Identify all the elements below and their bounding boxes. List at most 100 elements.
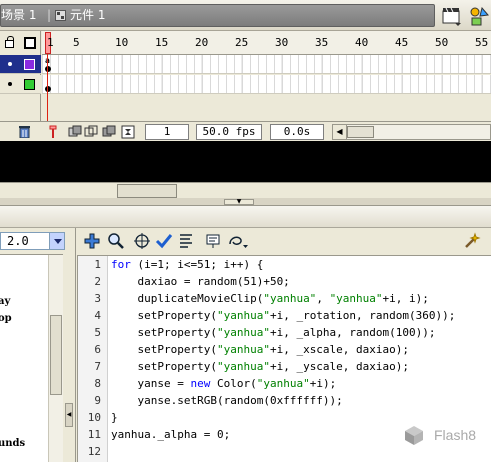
scroll-thumb[interactable] <box>50 315 62 395</box>
version-value: 2.0 <box>7 234 29 248</box>
collapse-arrow-icon[interactable]: ▼ <box>224 199 254 205</box>
code-line[interactable]: for (i=1; i<=51; i++) { <box>111 258 263 271</box>
frames-grid: 1 5 10 15 20 25 30 35 40 45 50 55 a <box>42 31 491 121</box>
timeline-scrollbar[interactable]: ◀ <box>332 124 491 140</box>
frame-row[interactable]: a <box>42 55 491 74</box>
outline-icon[interactable] <box>24 37 36 49</box>
onion-skin-outlines-icon[interactable] <box>84 125 98 139</box>
script-toolbar <box>77 228 491 254</box>
center-frame-icon[interactable] <box>46 125 60 139</box>
breadcrumb: 场景 1 | 元件 1 <box>0 4 435 27</box>
visibility-dot-icon[interactable] <box>8 82 12 86</box>
symbol-icon <box>55 10 66 21</box>
line-number: 1 <box>94 258 101 271</box>
frame-number: 15 <box>155 36 169 49</box>
frame-number: 55 <box>475 36 489 49</box>
frame-number: 45 <box>395 36 409 49</box>
line-number: 10 <box>87 411 101 424</box>
keyframe-icon[interactable] <box>45 86 51 92</box>
flash8-logo: Flash8 <box>402 423 491 447</box>
flash-logo-icon <box>405 426 423 445</box>
actions-toolbox: 2.0 ay op unds ◀ <box>0 228 76 462</box>
target-path-icon[interactable] <box>133 232 151 250</box>
code-line[interactable]: yanse = new Color("yanhua"+i); <box>111 377 336 390</box>
frame-number: 35 <box>315 36 329 49</box>
debug-options-icon[interactable] <box>227 232 249 250</box>
add-item-icon[interactable] <box>83 232 101 250</box>
chevron-down-icon[interactable] <box>49 233 64 249</box>
tree-scrollbar[interactable] <box>48 255 63 462</box>
line-number: 7 <box>94 360 101 373</box>
breadcrumb-scene[interactable]: 场景 1 <box>1 5 36 26</box>
frame-number: 1 <box>47 36 54 49</box>
code-hint-icon[interactable] <box>205 232 223 250</box>
stage-scrollbar[interactable] <box>0 182 491 198</box>
code-line[interactable]: setProperty("yanhua"+i, _xscale, daxiao)… <box>111 343 409 356</box>
actionscript-version-select[interactable]: 2.0 <box>0 232 65 250</box>
code-line[interactable]: setProperty("yanhua"+i, _rotation, rando… <box>111 309 455 322</box>
edit-symbol-icon[interactable] <box>468 5 490 27</box>
frame-number: 30 <box>275 36 289 49</box>
frame-number: 10 <box>115 36 129 49</box>
visibility-dot-icon[interactable] <box>8 62 12 66</box>
line-number: 8 <box>94 377 101 390</box>
line-number-gutter: 1 2 3 4 5 6 7 8 9 10 11 12 <box>78 256 108 462</box>
breadcrumb-symbol[interactable]: 元件 1 <box>70 5 105 26</box>
line-number: 4 <box>94 309 101 322</box>
layer-row-selected[interactable] <box>0 55 41 74</box>
code-line[interactable]: daxiao = random(51)+50; <box>111 275 289 288</box>
timeline: 1 5 10 15 20 25 30 35 40 45 50 55 a <box>0 31 491 141</box>
code-line[interactable]: } <box>111 411 118 424</box>
lock-icon[interactable] <box>5 36 14 48</box>
script-assist-icon[interactable] <box>463 232 481 250</box>
line-number: 5 <box>94 326 101 339</box>
frame-number: 40 <box>355 36 369 49</box>
layer-row[interactable] <box>0 75 41 94</box>
scroll-thumb[interactable] <box>347 126 374 138</box>
frame-number: 20 <box>195 36 209 49</box>
layer-outline-swatch[interactable] <box>24 59 35 70</box>
flash8-label: Flash8 <box>434 427 477 443</box>
line-number: 11 <box>87 428 101 441</box>
edit-bar: 场景 1 | 元件 1 <box>0 0 491 31</box>
actions-panel-header[interactable] <box>0 206 491 228</box>
collapse-toolbox-icon[interactable]: ◀ <box>65 403 73 427</box>
check-syntax-icon[interactable] <box>155 232 173 250</box>
frame-rate-field[interactable]: 50.0 fps <box>196 124 262 140</box>
panel-splitter[interactable]: ▼ <box>0 198 491 206</box>
code-line[interactable]: yanse.setRGB(random(0xffffff)); <box>111 394 342 407</box>
trash-icon[interactable] <box>19 125 30 138</box>
breadcrumb-separator: | <box>47 8 52 22</box>
line-number: 12 <box>87 445 101 458</box>
auto-format-icon[interactable] <box>177 232 195 250</box>
code-line[interactable]: setProperty("yanhua"+i, _alpha, random(1… <box>111 326 435 339</box>
layer-outline-swatch[interactable] <box>24 79 35 90</box>
playhead-line <box>47 54 48 121</box>
line-number: 9 <box>94 394 101 407</box>
find-icon[interactable] <box>107 232 125 250</box>
code-line[interactable]: yanhua._alpha = 0; <box>111 428 230 441</box>
current-frame-field: 1 <box>145 124 189 140</box>
stage[interactable] <box>0 141 491 185</box>
modify-onion-markers-icon[interactable] <box>121 125 135 139</box>
scroll-thumb[interactable] <box>117 184 177 198</box>
tree-item[interactable]: ay <box>0 296 10 307</box>
code-line[interactable]: duplicateMovieClip("yanhua", "yanhua"+i,… <box>111 292 428 305</box>
frame-number: 25 <box>235 36 249 49</box>
tree-item[interactable]: op <box>0 313 12 324</box>
line-number: 2 <box>94 275 101 288</box>
tree-item[interactable]: unds <box>0 438 25 449</box>
timeline-status-bar: 1 50.0 fps 0.0s ◀ <box>0 121 491 141</box>
edit-scene-icon[interactable] <box>441 5 463 27</box>
scroll-left-icon[interactable]: ◀ <box>333 125 347 139</box>
frame-row[interactable] <box>42 75 491 94</box>
keyframe-icon[interactable] <box>45 66 51 72</box>
frame-number: 5 <box>73 36 80 49</box>
elapsed-time-field: 0.0s <box>270 124 324 140</box>
line-number: 6 <box>94 343 101 356</box>
frame-ruler[interactable]: 1 5 10 15 20 25 30 35 40 45 50 55 <box>42 31 491 55</box>
frame-number: 50 <box>435 36 449 49</box>
code-line[interactable]: setProperty("yanhua"+i, _yscale, daxiao)… <box>111 360 409 373</box>
onion-skin-icon[interactable] <box>68 125 82 139</box>
edit-multiple-frames-icon[interactable] <box>102 125 116 139</box>
